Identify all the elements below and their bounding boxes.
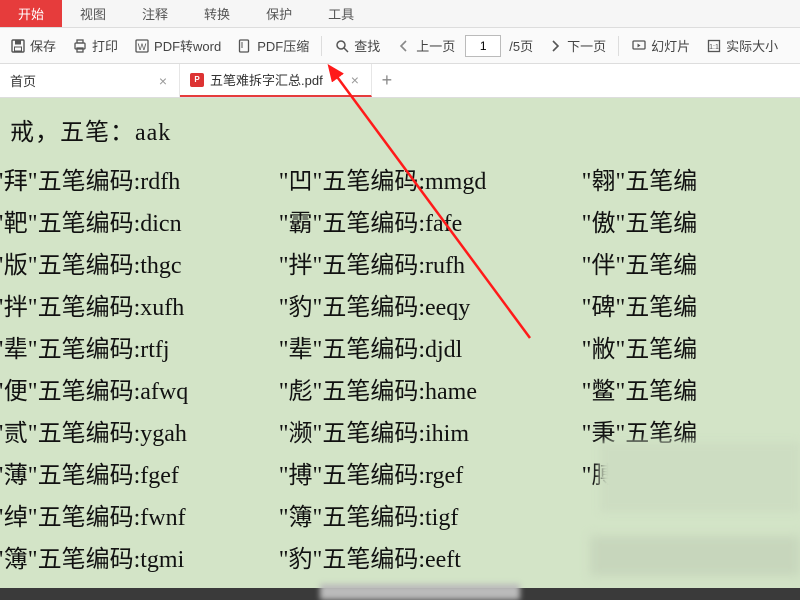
save-icon <box>10 38 26 54</box>
code-entry: "辈"五笔编码:rtfj <box>0 335 249 365</box>
code-entry: "拌"五笔编码:xufh <box>0 293 249 323</box>
code-entry: "贰"五笔编码:ygah <box>0 419 249 449</box>
doc-header-line: 戒，五笔：aak <box>4 106 800 167</box>
code-entry: "凹"五笔编码:mmgd <box>279 167 552 197</box>
code-entry: "簿"五笔编码:tgmi <box>0 545 249 575</box>
print-icon <box>72 38 88 54</box>
column-2: "凹"五笔编码:mmgd "霸"五笔编码:fafe "拌"五笔编码:rufh "豹"五… <box>279 167 552 588</box>
pdfcompress-label: PDF压缩 <box>257 36 309 55</box>
code-entry: "豹"五笔编码:eeft <box>279 545 552 575</box>
column-1: "拜"五笔编码:rdfh "靶"五笔编码:dicn "版"五笔编码:thgc "拌"五… <box>0 167 249 588</box>
menu-convert[interactable]: 转换 <box>186 0 248 27</box>
page-total-label: /5页 <box>505 36 537 55</box>
next-page-button[interactable]: 下一页 <box>541 28 612 63</box>
blurred-region <box>590 536 800 576</box>
code-entry: "簿"五笔编码:tigf <box>279 503 552 533</box>
code-entry: "濒"五笔编码:ihim <box>279 419 552 449</box>
code-entry: "绰"五笔编码:fwnf <box>0 503 249 533</box>
code-entry: "拌"五笔编码:rufh <box>279 251 552 281</box>
tab-pdf-label: 五笔难拆字汇总.pdf <box>210 70 323 89</box>
code-entry: "便"五笔编码:afwq <box>0 377 249 407</box>
code-entry: "薄"五笔编码:fgef <box>0 461 249 491</box>
print-label: 打印 <box>92 36 118 55</box>
svg-text:1:1: 1:1 <box>709 44 719 51</box>
compress-icon <box>237 38 253 54</box>
prev-page-button[interactable]: 上一页 <box>390 28 461 63</box>
menu-tools[interactable]: 工具 <box>310 0 372 27</box>
next-page-label: 下一页 <box>567 36 606 55</box>
code-entry: "霸"五笔编码:fafe <box>279 209 552 239</box>
svg-text:W: W <box>138 42 147 52</box>
blurred-region <box>600 442 800 512</box>
toolbar-separator <box>321 36 322 56</box>
code-entry: "拜"五笔编码:rdfh <box>0 167 249 197</box>
code-entry: "伴"五笔编 <box>582 251 800 281</box>
code-entry: "辈"五笔编码:djdl <box>279 335 552 365</box>
menu-protect[interactable]: 保护 <box>248 0 310 27</box>
actualsize-label: 实际大小 <box>726 36 778 55</box>
slideshow-icon <box>631 38 647 54</box>
menu-start[interactable]: 开始 <box>0 0 62 27</box>
code-entry: "靶"五笔编码:dicn <box>0 209 249 239</box>
save-button[interactable]: 保存 <box>4 28 62 63</box>
toolbar: 保存 打印 W PDF转word PDF压缩 查找 上一页 /5页 <box>0 28 800 64</box>
arrow-right-icon <box>547 38 563 54</box>
find-button[interactable]: 查找 <box>328 28 386 63</box>
doc-columns: "拜"五笔编码:rdfh"靶"五笔编码:dicn"版"五笔编码:thgc"拌"五… <box>4 167 800 588</box>
code-entry: "傲"五笔编 <box>582 209 800 239</box>
pdfcompress-button[interactable]: PDF压缩 <box>231 28 315 63</box>
code-entry: "敝"五笔编 <box>582 335 800 365</box>
file-tabs: 首页 × P 五笔难拆字汇总.pdf × + <box>0 64 800 98</box>
arrow-left-icon <box>396 38 412 54</box>
code-entry: "搏"五笔编码:rgef <box>279 461 552 491</box>
tab-pdf[interactable]: P 五笔难拆字汇总.pdf × <box>180 64 372 97</box>
close-icon[interactable]: × <box>157 73 169 89</box>
slideshow-button[interactable]: 幻灯片 <box>625 28 696 63</box>
new-tab-button[interactable]: + <box>372 64 402 97</box>
code-entry: "鳖"五笔编 <box>582 377 800 407</box>
code-entry: "豹"五笔编码:eeqy <box>279 293 552 323</box>
code-entry: "版"五笔编码:thgc <box>0 251 249 281</box>
menu-annotate[interactable]: 注释 <box>124 0 186 27</box>
column-3: "翱"五笔编"傲"五笔编"伴"五笔编"碑"五笔编"敝"五笔编"鳖"五笔编"秉"五… <box>582 167 800 588</box>
search-icon <box>334 38 350 54</box>
menu-view[interactable]: 视图 <box>62 0 124 27</box>
find-label: 查找 <box>354 36 380 55</box>
slideshow-label: 幻灯片 <box>651 36 690 55</box>
close-icon[interactable]: × <box>349 72 361 88</box>
actualsize-icon: 1:1 <box>706 38 722 54</box>
prev-page-label: 上一页 <box>416 36 455 55</box>
code-entry: "翱"五笔编 <box>582 167 800 197</box>
actualsize-button[interactable]: 1:1 实际大小 <box>700 28 784 63</box>
tab-home[interactable]: 首页 × <box>0 64 180 97</box>
page-number-input[interactable] <box>465 35 501 57</box>
tab-home-label: 首页 <box>10 71 36 90</box>
print-button[interactable]: 打印 <box>66 28 124 63</box>
word-icon: W <box>134 38 150 54</box>
pdf-icon: P <box>190 73 204 87</box>
code-entry: "碑"五笔编 <box>582 293 800 323</box>
blurred-region <box>320 584 520 600</box>
menu-tabs: 开始 视图 注释 转换 保护 工具 <box>0 0 800 28</box>
pdf2word-button[interactable]: W PDF转word <box>128 28 227 63</box>
code-entry: "彪"五笔编码:hame <box>279 377 552 407</box>
pdf2word-label: PDF转word <box>154 36 221 55</box>
save-label: 保存 <box>30 36 56 55</box>
toolbar-separator-2 <box>618 36 619 56</box>
document-viewport: 戒，五笔：aak "拜"五笔编码:rdfh "靶"五笔编码:dicn "版"五笔编码… <box>0 98 800 588</box>
